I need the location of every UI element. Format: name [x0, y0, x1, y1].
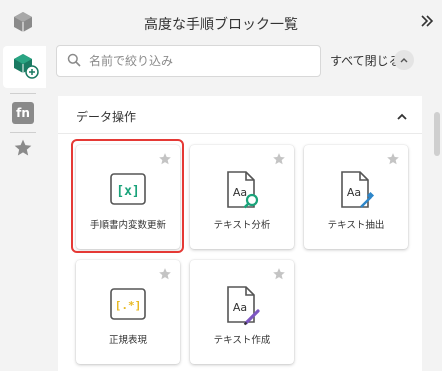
panel-title: 高度な手順ブロック一覧 — [144, 17, 298, 33]
block-card-label: 手順書内変数更新 — [89, 220, 166, 231]
star-icon[interactable] — [386, 151, 400, 170]
search-input[interactable] — [89, 54, 289, 68]
block-card-label: テキスト分析 — [213, 220, 271, 231]
star-icon — [13, 138, 33, 162]
fn-icon-label: fn — [16, 106, 30, 120]
search-box — [56, 45, 321, 77]
star-icon[interactable] — [158, 151, 172, 170]
cube-add-icon — [11, 51, 39, 83]
cube-icon — [11, 10, 35, 38]
rail-divider — [10, 132, 36, 133]
rail-item-blocks[interactable] — [0, 6, 46, 42]
left-rail: fn — [0, 0, 46, 371]
block-card-label: 正規表現 — [108, 335, 147, 346]
collapse-all-button[interactable]: すべて閉じる — [330, 52, 401, 69]
block-card-regex[interactable]: [.*] 正規表現 — [76, 260, 180, 364]
collapse-all-chevron-icon[interactable] — [394, 50, 414, 70]
star-icon[interactable] — [272, 151, 286, 170]
section-title: データ操作 — [76, 110, 137, 124]
block-card-text-create[interactable]: Aa テキスト作成 — [190, 260, 294, 364]
chevron-up-icon[interactable] — [396, 108, 408, 127]
section-header[interactable]: データ操作 — [58, 96, 422, 134]
regex-icon: [.*] — [108, 284, 148, 326]
variable-icon-text: [x] — [116, 184, 139, 199]
text-extract-icon-text: Aa — [347, 186, 361, 199]
block-card-text-extract[interactable]: Aa テキスト抽出 — [304, 145, 408, 249]
fn-icon: fn — [12, 102, 34, 124]
block-card-variable-update[interactable]: [x] 手順書内変数更新 — [76, 145, 180, 249]
block-card-text-analysis[interactable]: Aa テキスト分析 — [190, 145, 294, 249]
search-icon — [67, 52, 81, 71]
regex-icon-text: [.*] — [115, 299, 142, 312]
text-analyze-icon: Aa — [222, 169, 262, 211]
block-card-label: テキスト作成 — [213, 335, 271, 346]
text-extract-icon: Aa — [336, 169, 376, 211]
rail-divider — [10, 93, 36, 94]
scrollbar[interactable] — [434, 112, 440, 156]
variable-icon: [x] — [108, 169, 148, 211]
text-create-icon: Aa — [222, 284, 262, 326]
rail-item-functions[interactable]: fn — [0, 97, 46, 129]
star-icon[interactable] — [272, 266, 286, 285]
advanced-blocks-panel: 高度な手順ブロック一覧 すべて閉じる データ操作 [x] — [46, 0, 442, 371]
block-card-label: テキスト抽出 — [327, 220, 385, 231]
double-chevron-right-icon[interactable] — [420, 14, 434, 32]
rail-item-advanced-blocks[interactable] — [3, 46, 46, 88]
star-icon[interactable] — [158, 266, 172, 285]
text-create-icon-text: Aa — [233, 301, 247, 314]
text-analyze-icon-text: Aa — [233, 186, 247, 199]
rail-item-favorites[interactable] — [0, 136, 46, 164]
